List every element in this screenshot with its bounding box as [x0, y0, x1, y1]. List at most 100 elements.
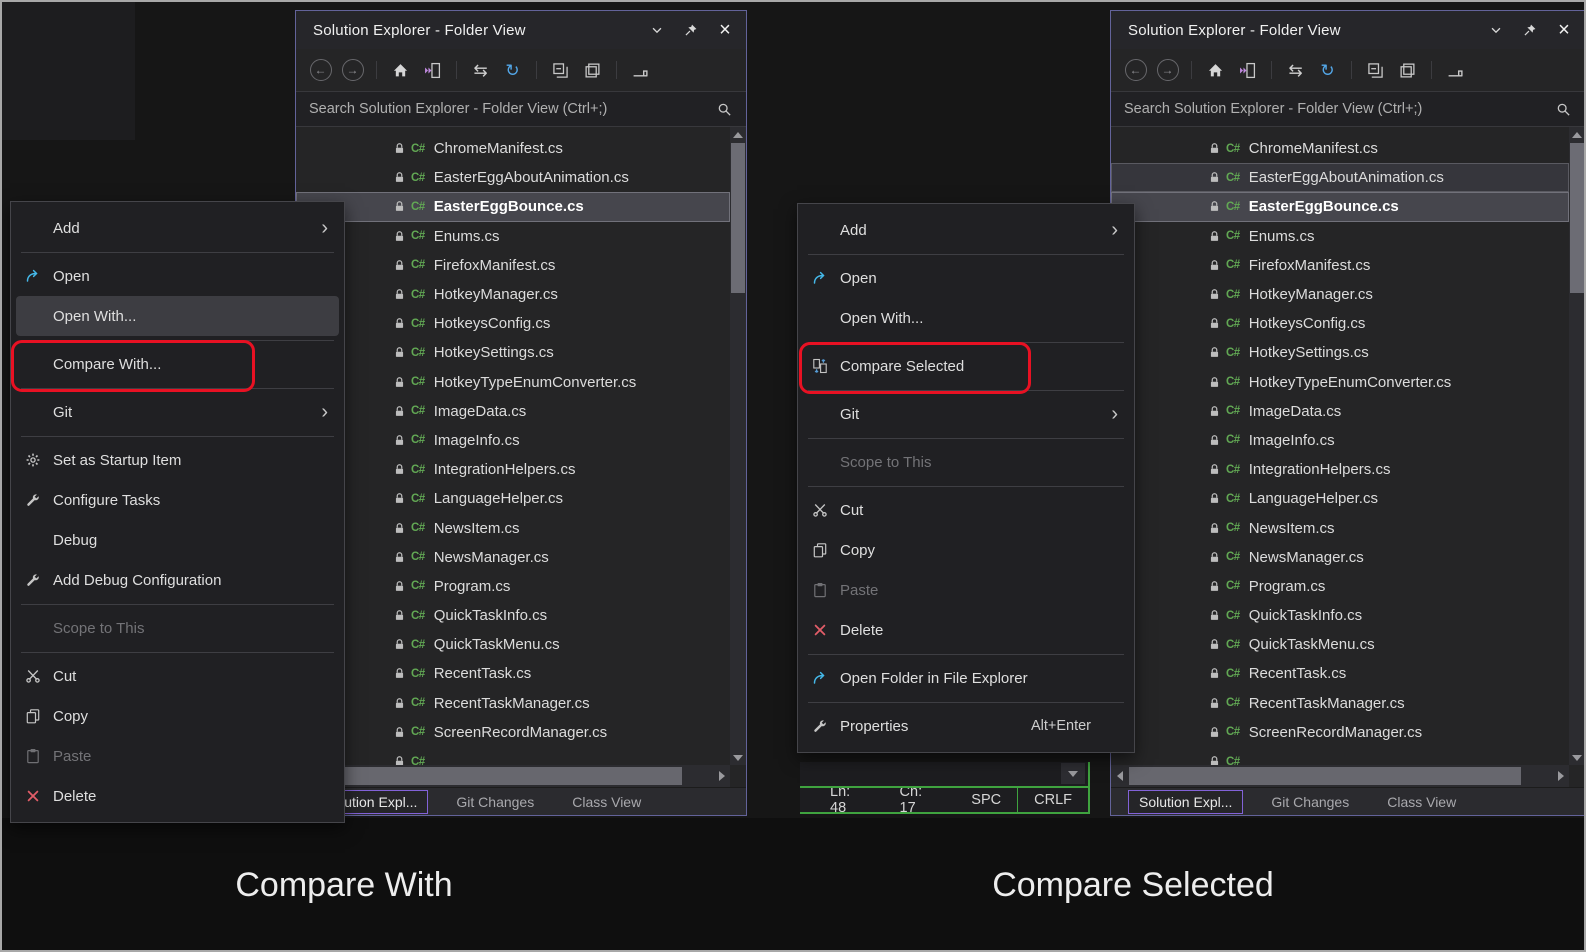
horizontal-scrollbar-thumb[interactable]: [1129, 767, 1521, 785]
file-row[interactable]: C# ImageData.cs: [296, 397, 730, 426]
menu-item-open-folder-in-file-explorer[interactable]: Open Folder in File Explorer: [803, 658, 1129, 698]
pin-icon[interactable]: [1519, 19, 1541, 41]
switch-views-icon[interactable]: ⇆: [1283, 58, 1308, 83]
tab-class-view[interactable]: Class View: [572, 794, 641, 810]
scroll-right-button[interactable]: [713, 765, 730, 787]
file-row[interactable]: C# ChromeManifest.cs: [296, 134, 730, 163]
menu-item-open[interactable]: Open: [16, 256, 339, 296]
menu-item-delete[interactable]: Delete: [16, 776, 339, 816]
search-box[interactable]: Search Solution Explorer - Folder View (…: [296, 91, 746, 127]
search-icon[interactable]: [1556, 102, 1571, 117]
menu-item-copy[interactable]: Copy: [16, 696, 339, 736]
scroll-right-button[interactable]: [1552, 765, 1569, 787]
file-row[interactable]: C# HotkeyTypeEnumConverter.cs: [1111, 368, 1569, 397]
file-row[interactable]: C# FirefoxManifest.cs: [1111, 251, 1569, 280]
file-row[interactable]: C# Program.cs: [1111, 572, 1569, 601]
chevron-down-icon[interactable]: [646, 19, 668, 41]
tab-git-changes[interactable]: Git Changes: [1271, 794, 1349, 810]
file-row[interactable]: C# NewsManager.cs: [296, 543, 730, 572]
horizontal-scrollbar-thumb[interactable]: [314, 767, 682, 785]
horizontal-scrollbar[interactable]: [1111, 765, 1569, 787]
file-row[interactable]: C# RecentTaskManager.cs: [296, 689, 730, 718]
search-box[interactable]: Search Solution Explorer - Folder View (…: [1111, 91, 1584, 127]
home-icon[interactable]: [388, 58, 413, 83]
file-row[interactable]: C# RecentTask.cs: [296, 659, 730, 688]
file-row[interactable]: C# Enums.cs: [1111, 222, 1569, 251]
scroll-down-button[interactable]: [730, 750, 746, 765]
file-row[interactable]: C# QuickTaskMenu.cs: [296, 630, 730, 659]
preview-selected-items-icon[interactable]: [628, 58, 653, 83]
search-icon[interactable]: [717, 102, 732, 117]
file-row[interactable]: C# QuickTaskInfo.cs: [1111, 601, 1569, 630]
back-icon[interactable]: ←: [308, 58, 333, 83]
home-icon[interactable]: [1203, 58, 1228, 83]
file-row[interactable]: C# ChromeManifest.cs: [1111, 134, 1569, 163]
vertical-scrollbar[interactable]: [1569, 127, 1584, 765]
chevron-down-icon[interactable]: [1485, 19, 1507, 41]
menu-item-delete[interactable]: Delete: [803, 610, 1129, 650]
file-row[interactable]: C# HotkeyTypeEnumConverter.cs: [296, 368, 730, 397]
file-row[interactable]: C# NewsManager.cs: [1111, 543, 1569, 572]
refresh-icon[interactable]: ↻: [500, 58, 525, 83]
file-row-partially-visible[interactable]: C#: [1111, 747, 1569, 765]
menu-item-copy[interactable]: Copy: [803, 530, 1129, 570]
menu-item-scope-to-this[interactable]: Scope to This: [16, 608, 339, 648]
show-all-files-icon[interactable]: [580, 58, 605, 83]
collapse-all-icon[interactable]: [1363, 58, 1388, 83]
menu-item-cut[interactable]: Cut: [16, 656, 339, 696]
tab-class-view[interactable]: Class View: [1387, 794, 1456, 810]
file-row[interactable]: C# ScreenRecordManager.cs: [296, 718, 730, 747]
file-row[interactable]: C# ScreenRecordManager.cs: [1111, 718, 1569, 747]
switch-views-icon[interactable]: ⇆: [468, 58, 493, 83]
file-row[interactable]: C# HotkeyManager.cs: [296, 280, 730, 309]
file-row[interactable]: C# RecentTaskManager.cs: [1111, 689, 1569, 718]
file-row[interactable]: C# FirefoxManifest.cs: [296, 251, 730, 280]
sync-active-document-icon[interactable]: [420, 58, 445, 83]
file-row[interactable]: C# QuickTaskMenu.cs: [1111, 630, 1569, 659]
file-row[interactable]: C# EasterEggBounce.cs: [1111, 192, 1569, 222]
menu-item-paste[interactable]: Paste: [16, 736, 339, 776]
menu-item-git[interactable]: Git ›: [803, 394, 1129, 434]
menu-item-cut[interactable]: Cut: [803, 490, 1129, 530]
file-row[interactable]: C# ImageData.cs: [1111, 397, 1569, 426]
pin-icon[interactable]: [680, 19, 702, 41]
file-row[interactable]: C# IntegrationHelpers.cs: [1111, 455, 1569, 484]
back-icon[interactable]: ←: [1123, 58, 1148, 83]
menu-item-compare-with[interactable]: Compare With...: [16, 344, 339, 384]
menu-item-set-as-startup-item[interactable]: Set as Startup Item: [16, 440, 339, 480]
menu-item-git[interactable]: Git ›: [16, 392, 339, 432]
menu-item-scope-to-this[interactable]: Scope to This: [803, 442, 1129, 482]
scroll-up-button[interactable]: [730, 127, 746, 142]
file-row[interactable]: C# EasterEggAboutAnimation.cs: [1111, 163, 1569, 193]
menu-item-debug[interactable]: Debug: [16, 520, 339, 560]
preview-selected-items-icon[interactable]: [1443, 58, 1468, 83]
file-row[interactable]: C# LanguageHelper.cs: [1111, 484, 1569, 513]
file-row[interactable]: C# NewsItem.cs: [296, 513, 730, 542]
file-row[interactable]: C# LanguageHelper.cs: [296, 484, 730, 513]
vertical-scrollbar[interactable]: [730, 127, 746, 765]
show-all-files-icon[interactable]: [1395, 58, 1420, 83]
collapse-all-icon[interactable]: [548, 58, 573, 83]
refresh-icon[interactable]: ↻: [1315, 58, 1340, 83]
menu-item-add[interactable]: Add ›: [16, 208, 339, 248]
menu-item-paste[interactable]: Paste: [803, 570, 1129, 610]
tab-git-changes[interactable]: Git Changes: [456, 794, 534, 810]
menu-item-open[interactable]: Open: [803, 258, 1129, 298]
file-row[interactable]: C# HotkeySettings.cs: [1111, 338, 1569, 367]
menu-item-configure-tasks[interactable]: Configure Tasks: [16, 480, 339, 520]
file-row-partially-visible[interactable]: C#: [296, 747, 730, 765]
file-row[interactable]: C# ImageInfo.cs: [296, 426, 730, 455]
file-row[interactable]: C# Enums.cs: [296, 222, 730, 251]
vertical-scrollbar-thumb[interactable]: [1570, 143, 1584, 293]
file-row[interactable]: C# RecentTask.cs: [1111, 659, 1569, 688]
sync-active-document-icon[interactable]: [1235, 58, 1260, 83]
menu-item-compare-selected[interactable]: Compare Selected: [803, 346, 1129, 386]
file-row[interactable]: C# HotkeyManager.cs: [1111, 280, 1569, 309]
menu-item-open-with[interactable]: Open With...: [16, 296, 339, 336]
file-row[interactable]: C# HotkeysConfig.cs: [296, 309, 730, 338]
file-row[interactable]: C# HotkeysConfig.cs: [1111, 309, 1569, 338]
file-row[interactable]: C# ImageInfo.cs: [1111, 426, 1569, 455]
file-row[interactable]: C# EasterEggBounce.cs: [296, 192, 730, 222]
file-row[interactable]: C# EasterEggAboutAnimation.cs: [296, 163, 730, 192]
vertical-scrollbar-thumb[interactable]: [731, 143, 745, 293]
